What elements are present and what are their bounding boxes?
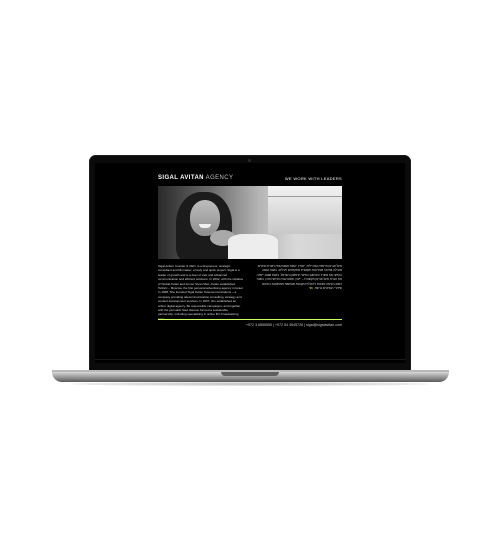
laptop-mockup: SIGAL AVITAN AGENCY WE WORK WITH LEADERS…: [0, 0, 500, 544]
contact-line[interactable]: +972 3 6855555 | +972 54 4545726 | sigal…: [246, 323, 342, 327]
hero-portrait-image: [158, 186, 342, 259]
bio-hebrew: סיגל אביטן מייסדת ומנכ"לית, יזמית, יועצת…: [256, 264, 342, 290]
laptop-screen: SIGAL AVITAN AGENCY WE WORK WITH LEADERS…: [95, 163, 405, 363]
logo-light-text: AGENCY: [205, 175, 234, 181]
background-window: [268, 186, 342, 234]
screen-bottom-bezel-line: [95, 359, 405, 360]
site-logo[interactable]: SIGAL AVITAN AGENCY: [158, 175, 233, 181]
bio-hebrew-text: סיגל אביטן מייסדת ומנכ"לית, יזמית, יועצת…: [256, 264, 342, 291]
laptop-opening-notch: [221, 372, 279, 376]
camera-icon: [248, 159, 251, 162]
more-link-hebrew[interactable]: עוד: [309, 286, 313, 290]
portrait-shirt: [228, 234, 278, 259]
laptop-shadow: [70, 382, 430, 386]
site-tagline: WE WORK WITH LEADERS: [284, 176, 342, 181]
bio-section: Sigal Avitan, founder & CEO, is entrepre…: [158, 264, 342, 321]
bio-english-text: Sigal Avitan, founder & CEO, is entrepre…: [158, 264, 244, 317]
bio-english: Sigal Avitan, founder & CEO, is entrepre…: [158, 264, 244, 321]
logo-bold-text: SIGAL AVITAN: [158, 175, 204, 181]
accent-divider: [158, 319, 342, 320]
